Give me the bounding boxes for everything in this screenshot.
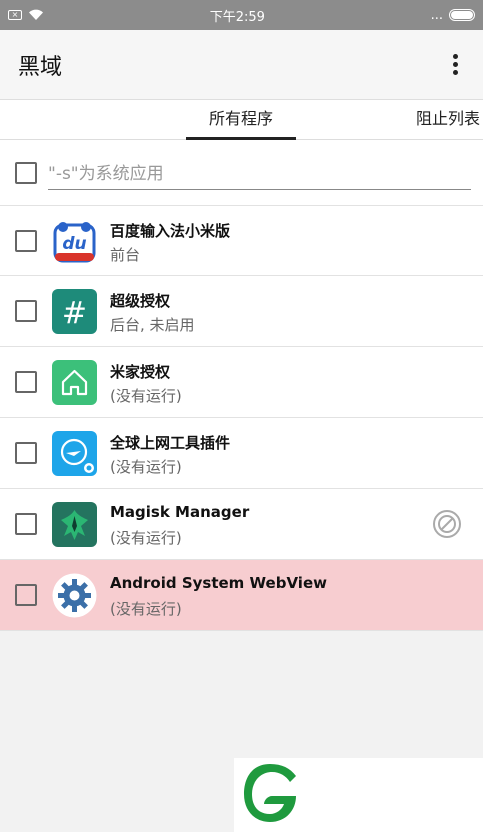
app-name: Android System WebView	[110, 574, 327, 592]
app-name: 超级授权	[110, 292, 171, 310]
app-status: (没有运行)	[110, 458, 182, 476]
block-icon[interactable]	[432, 509, 462, 539]
list-item[interactable]: Magisk Manager (没有运行)	[0, 489, 483, 560]
app-name: 全球上网工具插件	[110, 434, 231, 452]
baidu-input-icon: du	[53, 222, 96, 263]
battery-icon	[448, 9, 475, 21]
watermark	[234, 758, 483, 832]
app-title: 黑域	[18, 54, 63, 80]
global-net-icon	[52, 431, 97, 476]
app-list: du 百度输入法小米版 前台 # 超级授权 后台, 未启用 米家授权 (没有运行…	[0, 140, 483, 631]
mijia-home-icon	[52, 360, 97, 405]
status-bar: × 下午2:59 ...	[0, 0, 483, 30]
search-row	[0, 140, 483, 205]
notification-icon: ×	[8, 10, 22, 20]
list-item[interactable]: # 超级授权 后台, 未启用	[0, 276, 483, 347]
app-bar: 黑域	[0, 30, 483, 100]
status-more: ...	[430, 7, 443, 23]
list-item[interactable]: 米家授权 (没有运行)	[0, 347, 483, 418]
superuser-hash-icon: #	[52, 289, 97, 334]
app-status: (没有运行)	[110, 529, 182, 547]
list-item[interactable]: Android System WebView (没有运行)	[0, 560, 483, 631]
green-leaf-logo-icon	[244, 764, 296, 822]
overflow-menu-icon[interactable]	[445, 50, 465, 80]
app-name: 米家授权	[110, 363, 171, 381]
list-item[interactable]: 全球上网工具插件 (没有运行)	[0, 418, 483, 489]
tab-all-programs[interactable]: 所有程序	[186, 100, 296, 140]
app-checkbox[interactable]	[15, 442, 37, 464]
status-left: ×	[8, 9, 44, 21]
magisk-icon	[52, 502, 97, 547]
app-name: 百度输入法小米版	[110, 222, 231, 240]
wifi-icon	[29, 9, 43, 20]
select-all-checkbox[interactable]	[15, 162, 37, 184]
status-time: 下午2:59	[209, 9, 265, 25]
app-status: (没有运行)	[110, 600, 182, 618]
search-input[interactable]	[48, 158, 471, 190]
app-checkbox[interactable]	[15, 230, 37, 252]
status-right: ...	[431, 8, 475, 23]
svg-text:#: #	[62, 296, 87, 331]
app-checkbox[interactable]	[15, 371, 37, 393]
tab-bar: 所有程序 阻止列表	[0, 100, 483, 140]
svg-text:du: du	[62, 234, 86, 254]
app-checkbox[interactable]	[15, 513, 37, 535]
app-status: (没有运行)	[110, 387, 182, 405]
tab-block-list[interactable]: 阻止列表	[416, 100, 480, 140]
app-status: 后台, 未启用	[110, 316, 195, 334]
app-checkbox[interactable]	[15, 300, 37, 322]
app-checkbox[interactable]	[15, 584, 37, 606]
app-status: 前台	[110, 246, 141, 264]
app-name: Magisk Manager	[110, 503, 250, 521]
webview-gear-icon	[52, 573, 97, 618]
list-item[interactable]: du 百度输入法小米版 前台	[0, 205, 483, 276]
